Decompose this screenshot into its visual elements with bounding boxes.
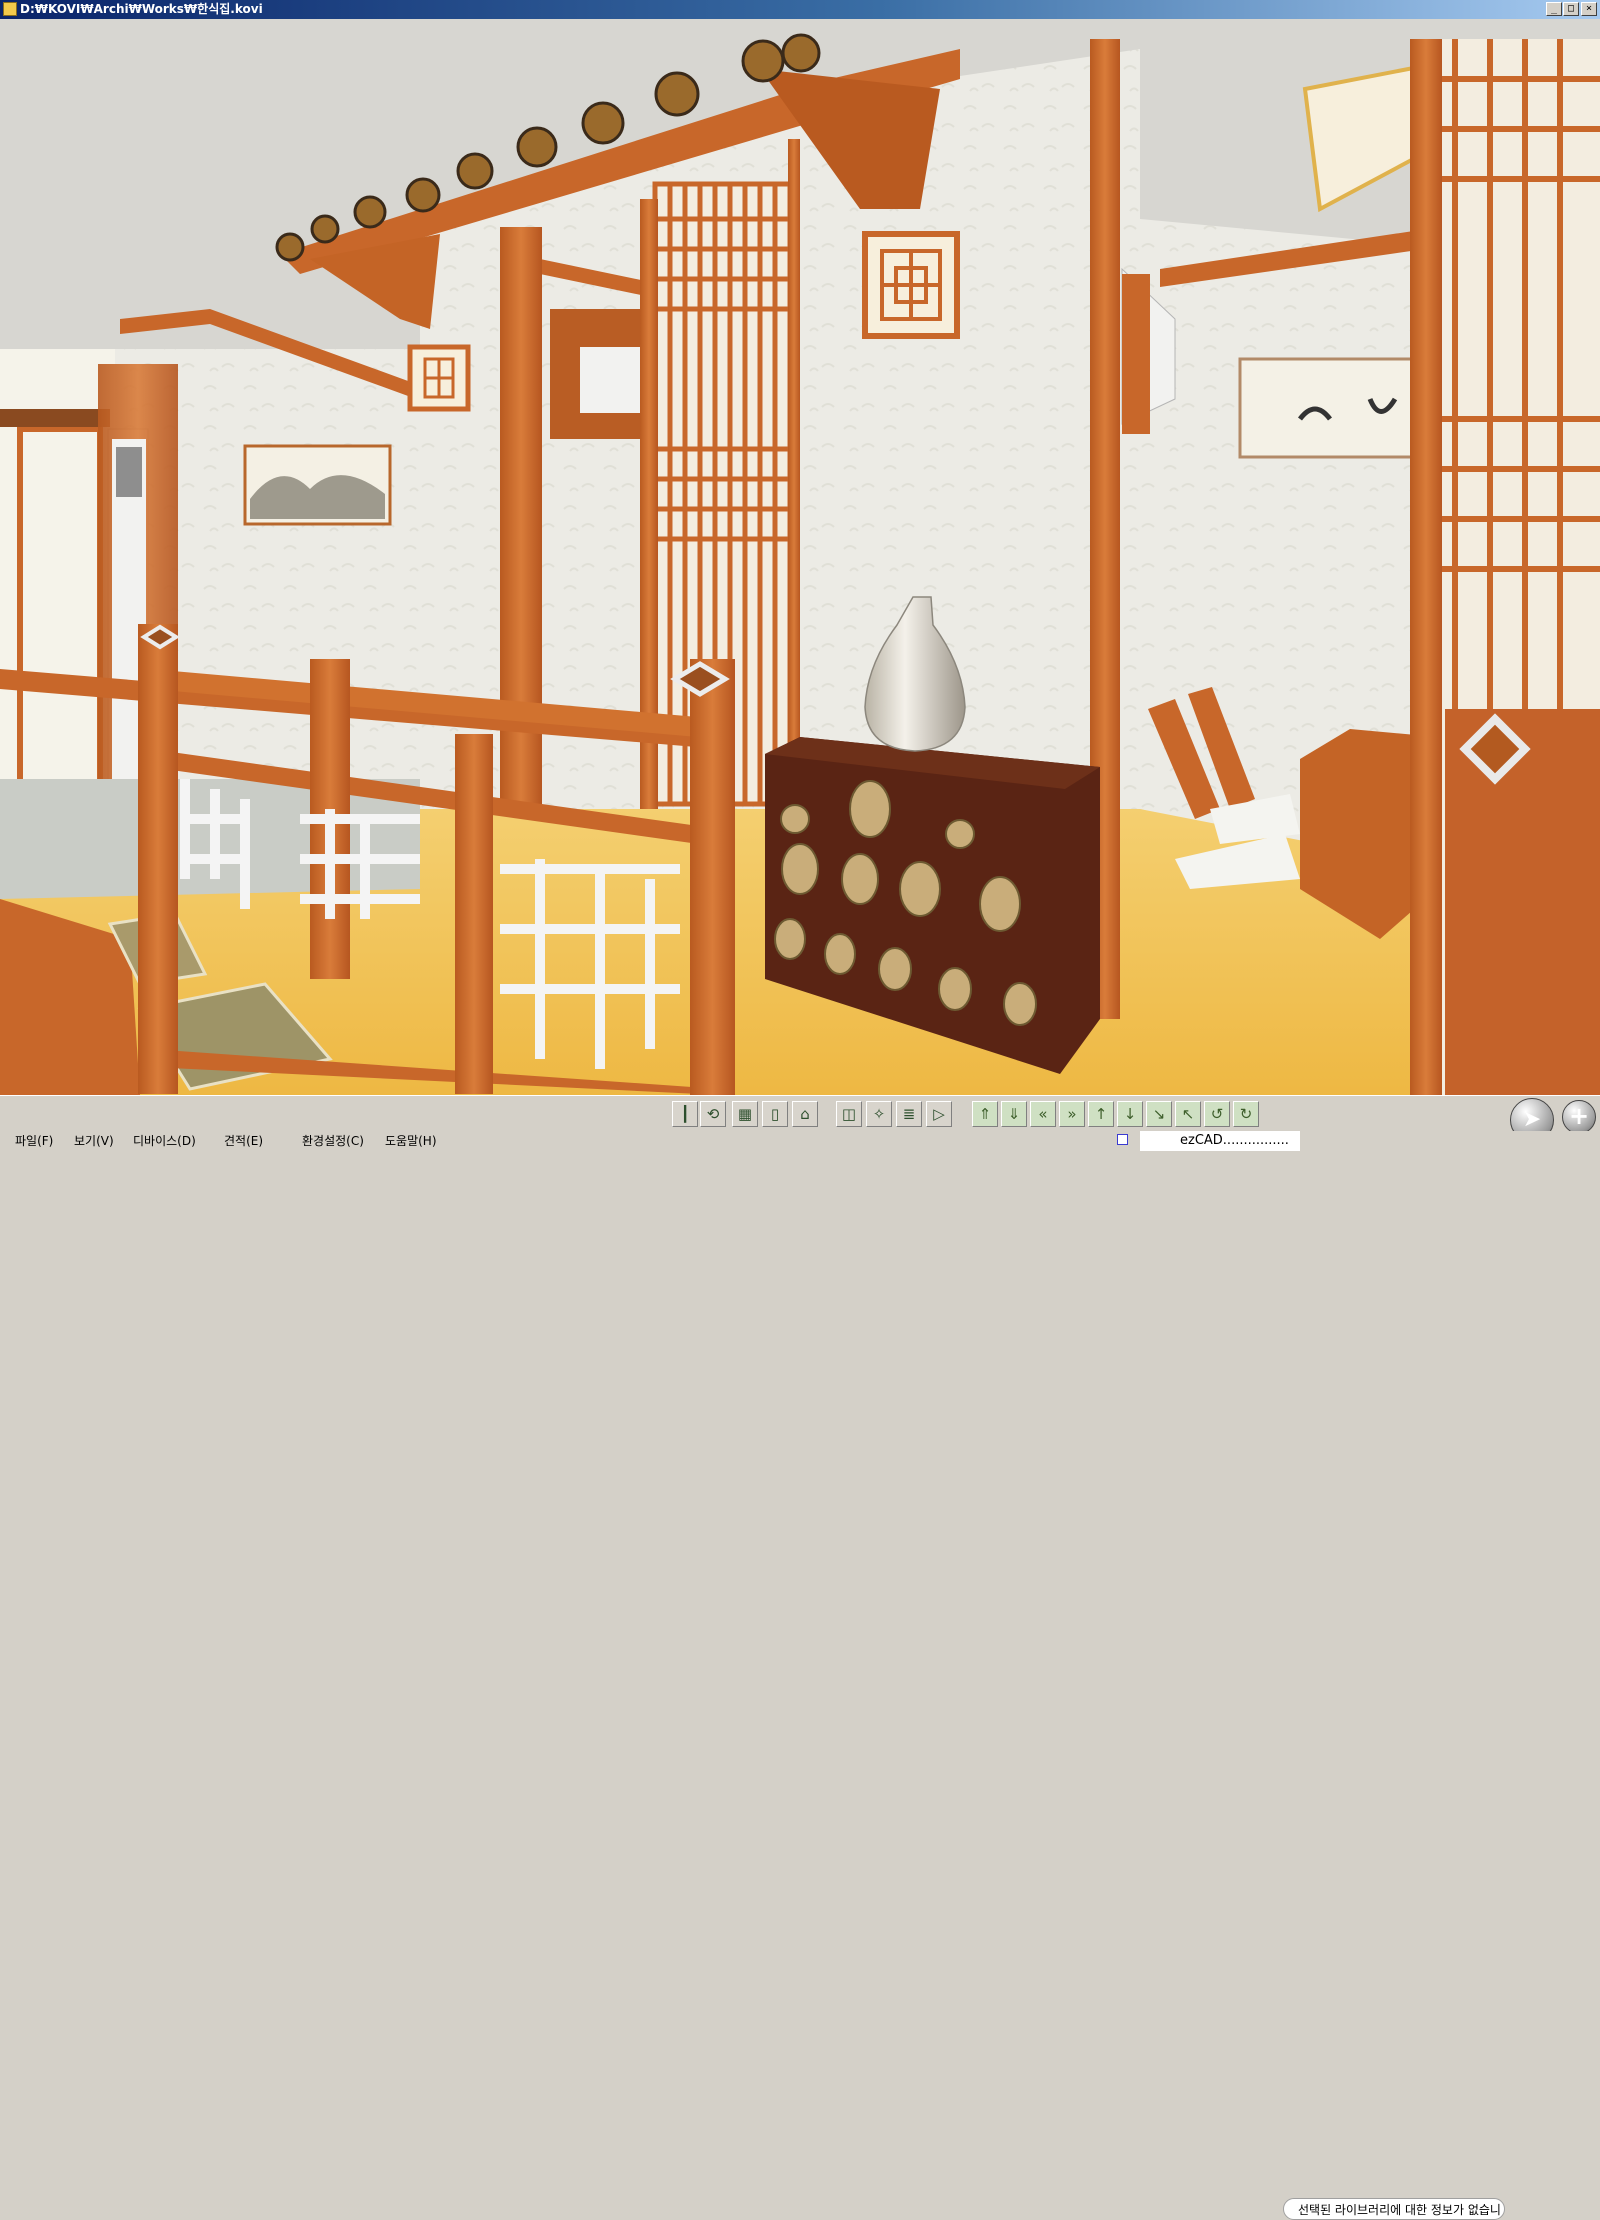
pillar-3 bbox=[788, 139, 800, 809]
close-button[interactable]: × bbox=[1581, 2, 1597, 16]
add-icon[interactable]: + bbox=[1562, 1100, 1596, 1134]
turn-right-icon[interactable]: ↻ bbox=[1233, 1101, 1259, 1127]
fast-forward-icon[interactable]: » bbox=[1059, 1101, 1085, 1127]
rotate-object-icon[interactable]: ⟲ bbox=[700, 1101, 726, 1127]
app-icon bbox=[3, 2, 17, 16]
menu-file[interactable]: 파일(F) bbox=[15, 1131, 53, 1151]
page-icon[interactable]: ▯ bbox=[762, 1101, 788, 1127]
title-bar: D:₩KOVI₩Archi₩Works₩한식집.kovi _ □ × bbox=[0, 0, 1600, 19]
arrow-up-left-icon[interactable]: ↖ bbox=[1175, 1101, 1201, 1127]
menu-estimate[interactable]: 견적(E) bbox=[224, 1131, 263, 1151]
torch-icon[interactable]: ┃ bbox=[672, 1101, 698, 1127]
house-icon[interactable]: ⌂ bbox=[792, 1101, 818, 1127]
library-info-box: 선택된 라이브러리에 대한 정보가 없습니 bbox=[1283, 2198, 1505, 2220]
turn-left-icon[interactable]: ↺ bbox=[1204, 1101, 1230, 1127]
window-title: D:₩KOVI₩Archi₩Works₩한식집.kovi bbox=[20, 2, 263, 16]
menu-settings[interactable]: 환경설정(C) bbox=[302, 1131, 364, 1151]
status-checkbox[interactable] bbox=[1117, 1134, 1128, 1145]
menu-device[interactable]: 디바이스(D) bbox=[133, 1131, 196, 1151]
minimize-button[interactable]: _ bbox=[1546, 2, 1562, 16]
move-up-icon[interactable]: ⇑ bbox=[972, 1101, 998, 1127]
layers-icon[interactable]: ≣ bbox=[896, 1101, 922, 1127]
magic-wand-icon[interactable]: ✧ bbox=[866, 1101, 892, 1127]
arrow-down-icon[interactable]: ↓ bbox=[1117, 1101, 1143, 1127]
grid-icon[interactable]: ▦ bbox=[732, 1101, 758, 1127]
3d-viewport[interactable] bbox=[0, 19, 1600, 1095]
arrow-down-right-icon[interactable]: ↘ bbox=[1146, 1101, 1172, 1127]
move-down-icon[interactable]: ⇓ bbox=[1001, 1101, 1027, 1127]
arrow-up-icon[interactable]: ↑ bbox=[1088, 1101, 1114, 1127]
rewind-icon[interactable]: « bbox=[1030, 1101, 1056, 1127]
play-next-icon[interactable]: ▷ bbox=[926, 1101, 952, 1127]
status-area bbox=[1300, 1131, 1600, 1151]
cube-icon[interactable]: ◫ bbox=[836, 1101, 862, 1127]
menu-help[interactable]: 도움말(H) bbox=[385, 1131, 437, 1151]
bottom-toolbar: ┃ ⟲ ▦ ▯ ⌂ ◫ ✧ ≣ ▷ ⇑ ⇓ « » ↑ ↓ ↘ ↖ ↺ ↻ 선택… bbox=[0, 1095, 1600, 2220]
maximize-button[interactable]: □ bbox=[1563, 2, 1579, 16]
menu-view[interactable]: 보기(V) bbox=[74, 1131, 114, 1151]
right-post bbox=[1410, 39, 1442, 1095]
